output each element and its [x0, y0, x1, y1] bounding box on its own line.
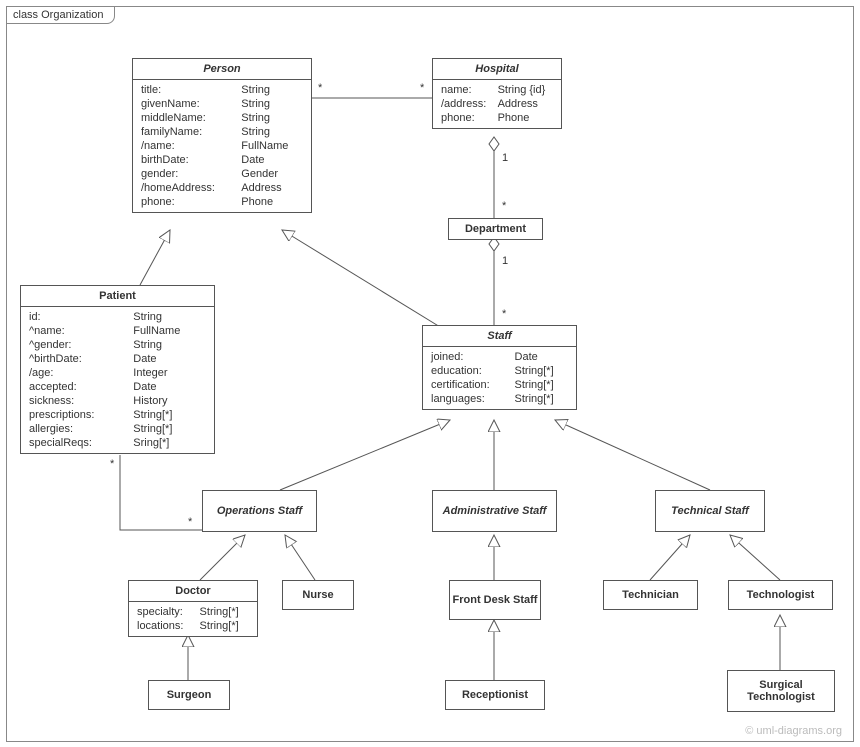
mult-person-hospital-r: *	[420, 82, 424, 94]
mult-dept-staff-top: 1	[502, 255, 508, 267]
class-person-attrs: title:StringgivenName:StringmiddleName:S…	[133, 80, 311, 212]
class-techstaff: Technical Staff	[655, 490, 765, 532]
class-technician: Technician	[603, 580, 698, 610]
class-department: Department	[448, 218, 543, 240]
class-surgeon-name: Surgeon	[167, 689, 212, 701]
class-nurse-name: Nurse	[302, 589, 333, 601]
class-receptionist-name: Receptionist	[462, 689, 528, 701]
class-surgtech-name: Surgical Technologist	[728, 679, 834, 703]
class-opstaff-name: Operations Staff	[217, 505, 302, 517]
frame-title: class Organization	[6, 6, 115, 24]
class-technologist-name: Technologist	[747, 589, 815, 601]
class-adminstaff-name: Administrative Staff	[443, 505, 547, 517]
class-technician-name: Technician	[622, 589, 679, 601]
class-adminstaff: Administrative Staff	[432, 490, 557, 532]
class-doctor-name: Doctor	[129, 581, 257, 602]
class-technologist: Technologist	[728, 580, 833, 610]
class-nurse: Nurse	[282, 580, 354, 610]
diagram-root: class Organization	[0, 0, 860, 747]
class-doctor-attrs: specialty:String[*]locations:String[*]	[129, 602, 257, 636]
mult-patient-ops-l: *	[110, 458, 114, 470]
mult-hosp-dept-bot: *	[502, 200, 506, 212]
class-department-name: Department	[449, 219, 542, 239]
mult-hosp-dept-top: 1	[502, 152, 508, 164]
mult-patient-ops-r: *	[188, 516, 192, 528]
class-surgeon: Surgeon	[148, 680, 230, 710]
class-doctor: Doctor specialty:String[*]locations:Stri…	[128, 580, 258, 637]
class-staff-attrs: joined:Dateeducation:String[*]certificat…	[423, 347, 576, 409]
class-techstaff-name: Technical Staff	[671, 505, 749, 517]
class-hospital: Hospital name:String {id}/address:Addres…	[432, 58, 562, 129]
class-opstaff: Operations Staff	[202, 490, 317, 532]
class-person: Person title:StringgivenName:Stringmiddl…	[132, 58, 312, 213]
watermark: © uml-diagrams.org	[745, 725, 842, 737]
class-person-name: Person	[133, 59, 311, 80]
class-frontdesk: Front Desk Staff	[449, 580, 541, 620]
mult-person-hospital-l: *	[318, 82, 322, 94]
class-frontdesk-name: Front Desk Staff	[453, 594, 538, 606]
class-hospital-attrs: name:String {id}/address:Addressphone:Ph…	[433, 80, 561, 128]
class-patient: Patient id:String^name:FullName^gender:S…	[20, 285, 215, 454]
class-surgtech: Surgical Technologist	[727, 670, 835, 712]
class-patient-attrs: id:String^name:FullName^gender:String^bi…	[21, 307, 214, 453]
class-receptionist: Receptionist	[445, 680, 545, 710]
mult-dept-staff-bot: *	[502, 308, 506, 320]
class-staff: Staff joined:Dateeducation:String[*]cert…	[422, 325, 577, 410]
class-patient-name: Patient	[21, 286, 214, 307]
class-staff-name: Staff	[423, 326, 576, 347]
class-hospital-name: Hospital	[433, 59, 561, 80]
